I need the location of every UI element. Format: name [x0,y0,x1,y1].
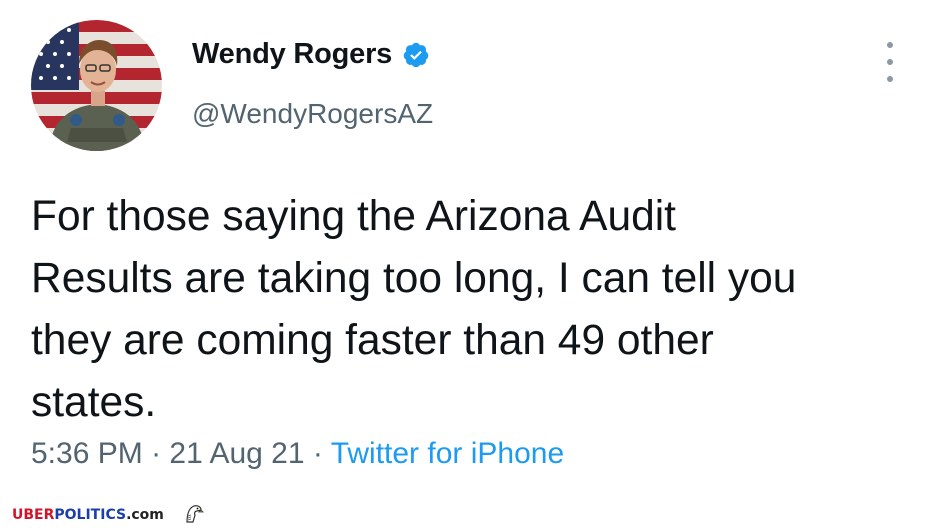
meta-separator: · [312,437,331,470]
author-name-row: Wendy Rogers [192,38,430,71]
tweet-text: For those saying the Arizona Audit Resul… [31,193,797,426]
meta-separator: · [151,437,170,470]
tweet-source-link[interactable]: Twitter for iPhone [331,437,564,470]
menu-dot [887,42,893,48]
tweet-card: Wendy Rogers @WendyRogersAZ For those sa… [0,0,940,525]
display-name[interactable]: Wendy Rogers [192,38,392,71]
avatar-photo [31,20,162,151]
tweet-time[interactable]: 5:36 PM [31,437,143,470]
tweet-date[interactable]: 21 Aug 21 [169,437,304,470]
menu-dot [887,59,893,65]
watermark-politics: POLITICS [54,507,127,523]
avatar[interactable] [31,20,162,151]
tweet-meta: 5:36 PM · 21 Aug 21 · Twitter for iPhone [31,437,564,471]
menu-dot [887,76,893,82]
more-vertical-icon[interactable] [880,42,900,82]
watermark: UBER POLITICS .com [12,502,204,528]
verified-badge-icon [402,41,430,69]
author-handle[interactable]: @WendyRogersAZ [192,98,433,130]
watermark-uber: UBER [12,507,55,523]
eagle-icon [182,502,204,528]
watermark-dotcom: .com [126,507,164,523]
